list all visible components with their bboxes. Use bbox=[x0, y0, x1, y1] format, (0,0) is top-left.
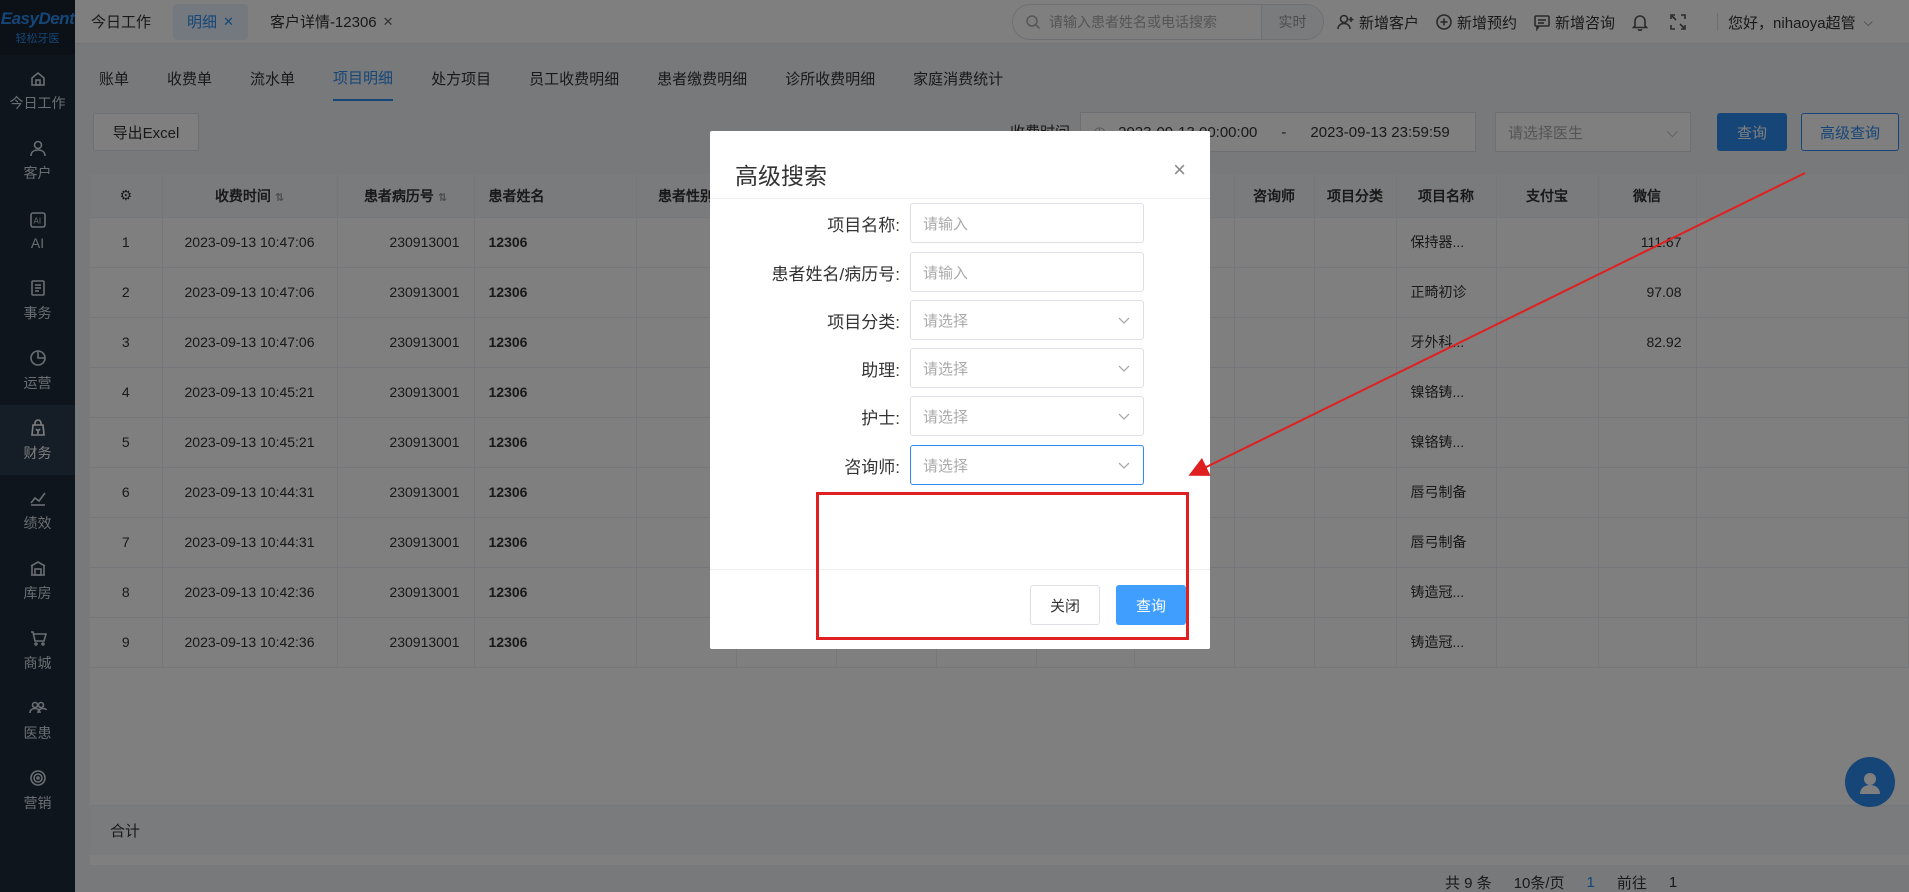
form-label: 助理: bbox=[861, 361, 900, 380]
form-label: 项目名称: bbox=[827, 216, 900, 235]
chevron-down-icon bbox=[1118, 365, 1130, 372]
select-field[interactable]: 请选择 bbox=[910, 396, 1144, 436]
form-label: 项目分类: bbox=[827, 313, 900, 332]
dialog-title: 高级搜索 bbox=[735, 163, 827, 189]
chevron-down-icon bbox=[1118, 413, 1130, 420]
annotation-highlight-box bbox=[816, 492, 1189, 640]
select-field[interactable]: 请选择 bbox=[910, 348, 1144, 388]
form-label: 咨询师: bbox=[844, 458, 900, 477]
form-row: 护士: 请选择 bbox=[710, 396, 1210, 436]
form-label: 护士: bbox=[861, 409, 900, 428]
form-row: 项目分类: 请选择 bbox=[710, 300, 1210, 340]
form-label: 患者姓名/病历号: bbox=[771, 265, 900, 284]
field-placeholder: 请输入 bbox=[923, 264, 969, 282]
chevron-down-icon bbox=[1118, 317, 1130, 324]
form-row: 项目名称: 请输入 bbox=[710, 203, 1210, 243]
field-placeholder: 请选择 bbox=[923, 360, 969, 378]
field-placeholder: 请选择 bbox=[923, 457, 969, 475]
field-placeholder: 请输入 bbox=[923, 215, 969, 233]
form-row: 咨询师: 请选择 bbox=[710, 445, 1210, 485]
form-row: 患者姓名/病历号: 请输入 bbox=[710, 252, 1210, 292]
close-icon[interactable]: × bbox=[1173, 157, 1186, 183]
divider bbox=[710, 198, 1210, 199]
chevron-down-icon bbox=[1118, 462, 1130, 469]
select-field[interactable]: 请选择 bbox=[910, 300, 1144, 340]
text-field[interactable]: 请输入 bbox=[910, 203, 1144, 243]
form-row: 助理: 请选择 bbox=[710, 348, 1210, 388]
field-placeholder: 请选择 bbox=[923, 312, 969, 330]
text-field[interactable]: 请输入 bbox=[910, 252, 1144, 292]
field-placeholder: 请选择 bbox=[923, 408, 969, 426]
select-field[interactable]: 请选择 bbox=[910, 445, 1144, 485]
